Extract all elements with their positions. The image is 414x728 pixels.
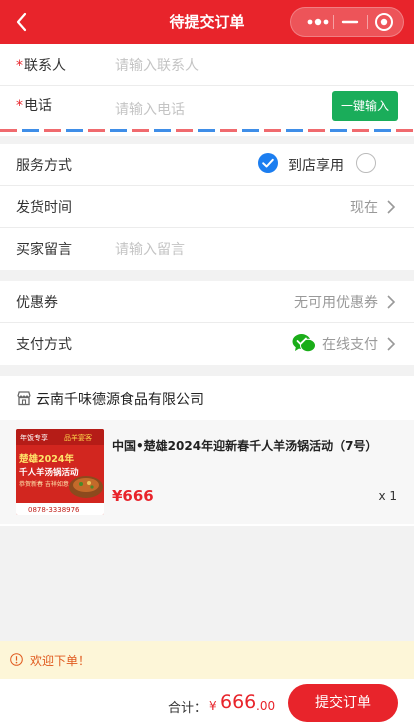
more-icon[interactable] (304, 8, 332, 36)
contact-name-text: 联系人 (24, 58, 66, 74)
minimize-icon[interactable] (336, 8, 364, 36)
ship-time-label: 发货时间 (16, 200, 72, 216)
envelope-stripe-divider (0, 128, 414, 133)
wechat-pay-icon (292, 334, 316, 353)
top-bar: 待提交订单 (0, 0, 414, 44)
chevron-right-icon (387, 295, 396, 309)
phone-input[interactable]: 请输入电话 (115, 99, 185, 119)
chevron-right-icon (387, 337, 396, 351)
message-input[interactable]: 请输入留言 (115, 239, 185, 259)
contact-section: *联系人 请输入联系人 *电话 请输入电话 (0, 44, 414, 136)
service-option-label: 到店享用 (288, 158, 344, 174)
mini-program-capsule (290, 7, 404, 37)
total-decimal: .00 (256, 699, 276, 713)
ship-time-row[interactable]: 发货时间 现在 (0, 186, 414, 228)
one-click-fill-button[interactable]: 一键输入 (332, 91, 398, 121)
product-item[interactable]: 年饭专享 品羊宴客 楚雄2024年 千人羊汤锅活动 恭贺新春 吉祥如意 0878… (0, 420, 414, 524)
phone-label-text: 电话 (24, 98, 52, 114)
required-mark: * (16, 98, 23, 114)
notice-text: 欢迎下单！ (30, 654, 91, 668)
payment-method-value: 在线支付 (322, 337, 378, 353)
radio-unchecked-icon[interactable] (356, 153, 376, 173)
product-thumbnail: 年饭专享 品羊宴客 楚雄2024年 千人羊汤锅活动 恭贺新春 吉祥如意 0878… (16, 429, 104, 515)
total-amount: 666 (220, 691, 257, 713)
chevron-right-icon (387, 200, 396, 214)
contact-name-input[interactable]: 请输入联系人 (115, 55, 199, 75)
total-label: 合计： (168, 701, 208, 716)
coupon-row[interactable]: 优惠券 无可用优惠券 (0, 281, 414, 323)
shop-name: 云南千味德源食品有限公司 (36, 392, 204, 408)
product-title: 中国•楚雄2024年迎新春千人羊汤锅活动（7号） (112, 439, 378, 453)
radio-checked-icon[interactable] (258, 153, 278, 173)
product-poster-image: 年饭专享 品羊宴客 楚雄2024年 千人羊汤锅活动 恭贺新春 吉祥如意 0878… (16, 429, 104, 515)
capsule-divider (367, 15, 368, 29)
contact-name-label: *联系人 (16, 55, 66, 75)
service-label: 服务方式 (16, 158, 72, 174)
info-circle-icon (10, 653, 23, 666)
message-label: 买家留言 (16, 242, 72, 258)
poster-tag-right: 品羊宴客 (64, 433, 92, 442)
checkout-footer: 合计： ¥ 666 .00 提交订单 (0, 679, 414, 728)
poster-tag-left: 年饭专享 (20, 433, 48, 442)
payment-method-row[interactable]: 支付方式 在线支付 (0, 323, 414, 365)
coupon-label: 优惠券 (16, 295, 58, 311)
poster-sub: 恭贺新春 吉祥如意 (19, 480, 69, 488)
payment-section: 优惠券 无可用优惠券 支付方式 在线支付 (0, 281, 414, 365)
poster-phone: 0878-3338976 (28, 506, 80, 514)
store-icon (17, 391, 31, 406)
poster-year: 楚雄2024年 (18, 453, 74, 465)
coupon-value: 无可用优惠券 (294, 295, 378, 311)
payment-method-label: 支付方式 (16, 337, 72, 353)
product-price: ¥666 (112, 487, 154, 505)
notice-bar: 欢迎下单！ (0, 641, 414, 679)
capsule-divider (333, 15, 334, 29)
close-circle-icon[interactable] (370, 8, 398, 36)
phone-label: *电话 (16, 95, 52, 115)
total-currency: ¥ (209, 699, 217, 713)
service-row: 服务方式 (0, 144, 414, 186)
ship-time-value: 现在 (350, 200, 378, 216)
contact-name-row: *联系人 请输入联系人 (0, 44, 414, 86)
submit-order-button[interactable]: 提交订单 (288, 684, 398, 722)
product-quantity: x 1 (378, 489, 397, 503)
required-mark: * (16, 58, 23, 74)
delivery-section: 服务方式 发货时间 现在 买家留言 请输入留言 (0, 144, 414, 270)
message-row: 买家留言 请输入留言 (0, 228, 414, 270)
poster-event: 千人羊汤锅活动 (19, 467, 79, 478)
